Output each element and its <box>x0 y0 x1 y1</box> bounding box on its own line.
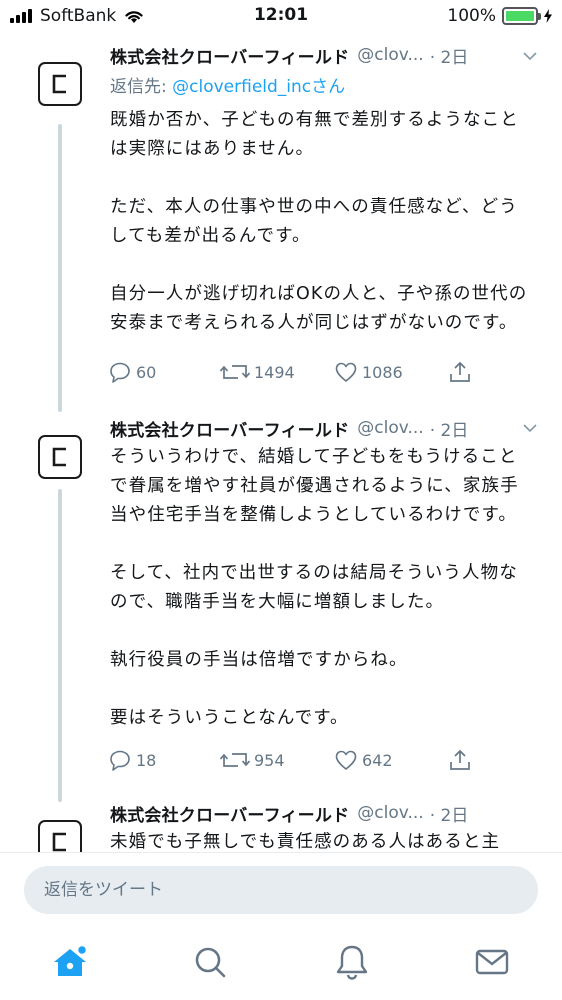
share-icon <box>450 361 470 382</box>
reply-icon <box>110 362 130 383</box>
retweet-count: 1494 <box>254 362 295 382</box>
battery-icon <box>502 7 541 25</box>
display-name[interactable]: 株式会社クローバーフィールド <box>110 416 349 441</box>
tweet-text: 未婚でも子無しでも責任感のある人はあると主 <box>110 832 501 852</box>
chevron-down-icon[interactable] <box>522 420 538 436</box>
retweet-icon <box>220 753 250 767</box>
reply-to-label: 返信先: <box>110 77 173 97</box>
thread-line <box>58 124 62 412</box>
share-button[interactable] <box>448 360 472 384</box>
handle[interactable]: @clov... <box>357 45 423 65</box>
handle[interactable]: @clov... <box>357 418 423 438</box>
status-bar: SoftBank 12:01 100% <box>0 0 562 32</box>
reply-button[interactable]: 60 <box>108 360 156 384</box>
heart-icon <box>335 362 357 382</box>
reply-to-mention[interactable]: @cloverfield_incさん <box>172 77 345 97</box>
tweet-text: 既婚か否か、子どもの有無で差別するようなことは実際にはありません。 ただ、本人の… <box>110 110 528 333</box>
tweet[interactable]: 株式会社クローバーフィールド @clov... · 2日 そういうわけで、結婚し… <box>0 417 562 802</box>
share-button[interactable] <box>448 748 472 772</box>
timestamp[interactable]: · 2日 <box>430 416 469 441</box>
tab-bar <box>0 930 562 1000</box>
tweet[interactable]: 株式会社クローバーフィールド @clov... · 2日 未婚でも子無しでも責任… <box>0 802 562 852</box>
avatar[interactable] <box>38 62 82 106</box>
tab-notifications[interactable] <box>332 942 372 982</box>
search-icon <box>195 947 226 978</box>
like-count: 1086 <box>362 362 403 382</box>
chevron-down-icon[interactable] <box>522 48 538 64</box>
tweet-header: 株式会社クローバーフィールド @clov... · 2日 <box>110 798 530 828</box>
display-name[interactable]: 株式会社クローバーフィールド <box>110 43 349 68</box>
home-icon <box>54 944 88 976</box>
tweet-text: そういうわけで、結婚して子どもをもうけることで眷属を増やす社員が優遇されるように… <box>110 447 519 728</box>
like-button[interactable]: 642 <box>334 748 393 772</box>
heart-icon <box>335 750 357 770</box>
reply-button[interactable]: 18 <box>108 748 156 772</box>
tweet-actions: 18 954 642 <box>108 746 478 774</box>
share-icon <box>450 749 470 770</box>
messages-icon <box>475 949 509 975</box>
timestamp[interactable]: · 2日 <box>430 43 469 68</box>
retweet-button[interactable]: 954 <box>220 748 285 772</box>
tweet-header: 株式会社クローバーフィールド @clov... · 2日 <box>110 413 530 443</box>
avatar[interactable] <box>38 435 82 479</box>
tweet[interactable]: 株式会社クローバーフィールド @clov... · 2日 返信先: @clove… <box>0 32 562 417</box>
handle[interactable]: @clov... <box>357 803 423 823</box>
cloverfield-logo-icon <box>52 832 66 852</box>
reply-icon <box>110 750 130 771</box>
battery-percent: 100% <box>447 6 496 26</box>
tab-messages[interactable] <box>472 942 512 982</box>
cloverfield-logo-icon <box>52 447 66 467</box>
retweet-icon <box>220 365 250 379</box>
timestamp[interactable]: · 2日 <box>430 801 469 826</box>
reply-input[interactable]: 返信をツイート <box>24 866 538 914</box>
cloverfield-logo-icon <box>52 74 66 94</box>
tweet-header: 株式会社クローバーフィールド @clov... · 2日 <box>110 40 530 70</box>
tweet-actions: 60 1494 1086 <box>108 358 478 386</box>
avatar[interactable] <box>38 820 82 852</box>
retweet-count: 954 <box>254 750 285 770</box>
display-name[interactable]: 株式会社クローバーフィールド <box>110 801 349 826</box>
status-right: 100% <box>447 5 552 27</box>
like-count: 642 <box>362 750 393 770</box>
notifications-icon <box>336 945 368 980</box>
like-button[interactable]: 1086 <box>334 360 403 384</box>
divider <box>0 852 562 853</box>
reply-placeholder: 返信をツイート <box>44 880 163 900</box>
charging-icon <box>544 9 552 23</box>
reply-count: 18 <box>136 750 157 770</box>
retweet-button[interactable]: 1494 <box>220 360 295 384</box>
tab-home[interactable] <box>50 942 90 982</box>
thread-line <box>58 489 62 802</box>
tab-search[interactable] <box>190 942 230 982</box>
reply-to: 返信先: @cloverfield_incさん <box>110 70 530 104</box>
timeline: 株式会社クローバーフィールド @clov... · 2日 返信先: @clove… <box>0 32 562 852</box>
reply-count: 60 <box>136 362 157 382</box>
